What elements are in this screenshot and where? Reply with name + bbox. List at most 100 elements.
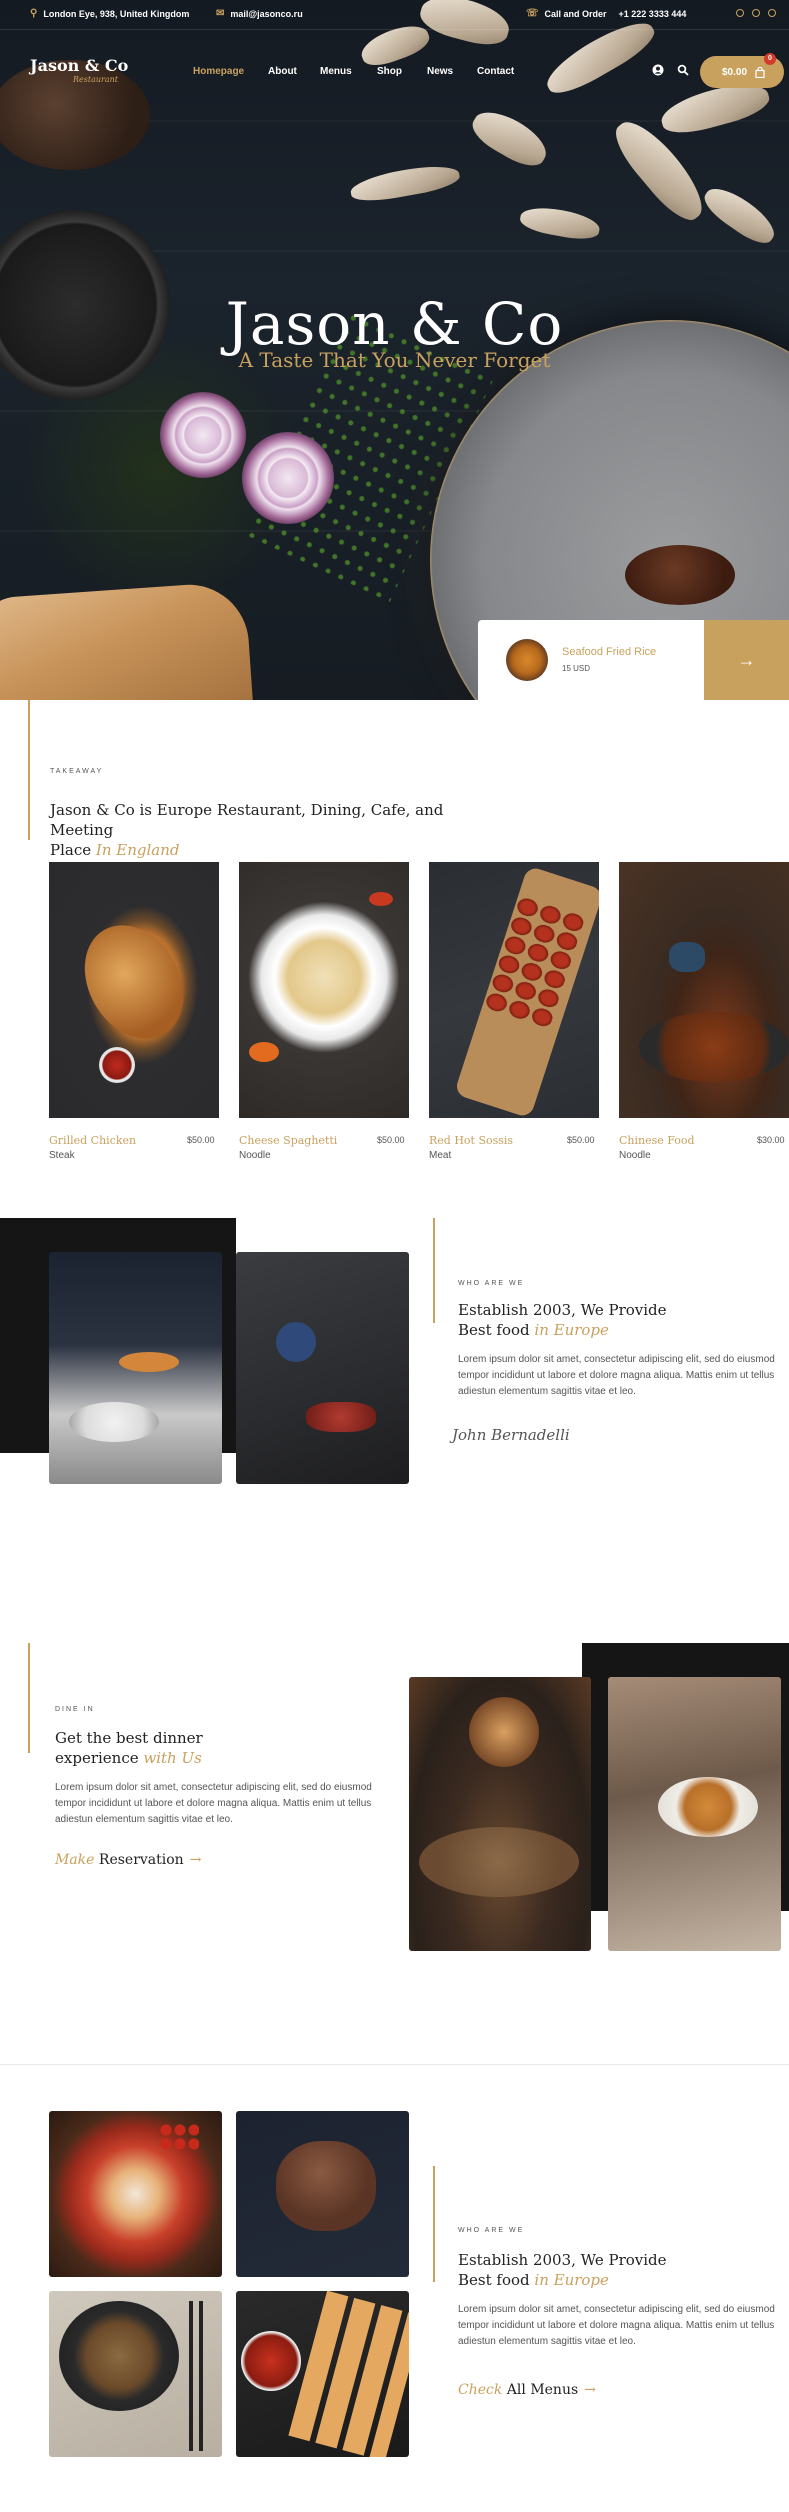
- grilled-chicken-image: [65, 907, 203, 1057]
- pepper-image: [249, 1042, 279, 1062]
- main-nav: Jason & Co Restaurant Homepage About Men…: [0, 53, 789, 94]
- cart-button[interactable]: $0.00 0: [700, 53, 784, 88]
- accent-line: [28, 1643, 30, 1753]
- facebook-icon[interactable]: [736, 9, 744, 17]
- cart-total: $0.00: [722, 66, 748, 78]
- signature: John Bernadelli: [452, 1426, 570, 1444]
- promo-card[interactable]: Seafood Fried Rice 15 USD: [478, 620, 704, 700]
- hero-mushroom-image: [466, 102, 554, 174]
- chopstick-image: [199, 2301, 203, 2451]
- seafood-plate-image: [658, 1777, 758, 1837]
- bowl-image: [69, 1402, 159, 1442]
- accent-line: [28, 700, 30, 840]
- about-heading-line2: Best food: [458, 1321, 530, 1339]
- food-category: Steak: [49, 1150, 75, 1161]
- about-body: Lorem ipsum dolor sit amet, consectetur …: [458, 1354, 775, 1397]
- food-category: Meat: [429, 1150, 452, 1161]
- phone-number[interactable]: +1 222 3333 444: [619, 9, 687, 19]
- glove-image: [276, 1322, 316, 1362]
- food-name[interactable]: Chinese Food: [619, 1134, 695, 1147]
- sauce-bowl-image: [99, 1047, 135, 1083]
- tomatoes-image: [159, 2123, 199, 2151]
- top-bar: ⚲ London Eye, 938, United Kingdom ✉ mail…: [0, 0, 789, 30]
- takeaway-eyebrow: TAKEAWAY: [50, 768, 104, 775]
- nav-item-news[interactable]: News: [427, 66, 453, 77]
- food-card-image[interactable]: [429, 862, 599, 1118]
- reservation-link[interactable]: Make Reservation →: [55, 1852, 201, 1868]
- table-image: [419, 1827, 579, 1897]
- food-card-image[interactable]: [239, 862, 409, 1118]
- address-text: London Eye, 938, United Kingdom: [43, 8, 190, 19]
- about-heading-line1: Establish 2003, We Provide: [458, 1301, 667, 1319]
- menus-heading-line1: Establish 2003, We Provide: [458, 2251, 667, 2269]
- menus-heading-em: in Europe: [534, 2271, 609, 2289]
- promo-dish-image: [506, 639, 548, 681]
- user-icon[interactable]: [652, 64, 664, 76]
- nav-item-menus[interactable]: Menus: [320, 66, 352, 77]
- dine-heading-line1: Get the best dinner: [55, 1729, 203, 1747]
- chinese-food-image: [639, 1012, 789, 1082]
- nav-item-contact[interactable]: Contact: [477, 66, 514, 77]
- dine-heading-line2: experience: [55, 1749, 139, 1767]
- arrow-right-icon: →: [737, 649, 756, 670]
- hero-mushroom-image: [698, 179, 782, 251]
- teapot-image: [669, 942, 705, 972]
- chocolate-cake-image: [236, 2111, 409, 2277]
- hero-mushroom-image: [518, 203, 602, 243]
- reservation-link-label: Reservation: [98, 1852, 184, 1868]
- cart-count-badge: 0: [764, 53, 776, 65]
- hero-onion-image: [242, 432, 334, 524]
- food-name[interactable]: Cheese Spaghetti: [239, 1134, 337, 1147]
- twitter-icon[interactable]: [752, 9, 760, 17]
- food-card-image[interactable]: [49, 862, 219, 1118]
- food-name[interactable]: Grilled Chicken: [49, 1134, 136, 1147]
- call-label: Call and Order: [544, 8, 607, 19]
- nav-item-about[interactable]: About: [268, 66, 297, 77]
- phone-icon: ☏: [526, 8, 539, 19]
- takeaway-heading-line2: Place: [50, 841, 92, 859]
- sausages-image: [482, 894, 586, 1030]
- instagram-icon[interactable]: [768, 9, 776, 17]
- food-price: $30.00: [757, 1135, 785, 1145]
- sauce-bowl-image: [241, 2331, 301, 2391]
- hero-sauce-image: [625, 545, 735, 605]
- promo-dish-name[interactable]: Seafood Fried Rice: [562, 646, 656, 658]
- bag-icon: [755, 66, 765, 78]
- section-divider: [0, 2064, 789, 2065]
- takeaway-heading-line1: Jason & Co is Europe Restaurant, Dining,…: [50, 801, 444, 839]
- dine-body: Lorem ipsum dolor sit amet, consectetur …: [55, 1782, 372, 1825]
- promo-dish-price: 15 USD: [562, 664, 591, 673]
- nav-item-homepage[interactable]: Homepage: [193, 66, 244, 77]
- takeaway-heading: Jason & Co is Europe Restaurant, Dining,…: [50, 800, 510, 860]
- dining-plate-image: [608, 1677, 781, 1951]
- chef-cooking-image: [49, 1252, 222, 1484]
- accent-line: [433, 1218, 435, 1323]
- menus-heading: Establish 2003, We Provide Best food in …: [458, 2250, 778, 2290]
- search-icon[interactable]: [677, 64, 689, 76]
- takeaway-heading-em: In England: [95, 841, 180, 859]
- hero-bread-image: [0, 580, 255, 700]
- logo[interactable]: Jason & Co: [30, 56, 128, 75]
- all-menus-link-em: Check: [458, 2382, 503, 2398]
- about-heading: Establish 2003, We Provide Best food in …: [458, 1300, 778, 1340]
- email-item[interactable]: ✉ mail@jasonco.ru: [216, 8, 303, 19]
- email-text[interactable]: mail@jasonco.ru: [230, 9, 302, 19]
- arrow-right-icon: →: [189, 1852, 202, 1868]
- hero-subtitle: A Taste That You Never Forget: [238, 348, 551, 372]
- location-icon: ⚲: [30, 8, 38, 19]
- sticks-image: [288, 2291, 409, 2457]
- reservation-link-em: Make: [55, 1852, 95, 1868]
- promo-arrow-button[interactable]: →: [704, 620, 789, 700]
- food-price: $50.00: [567, 1135, 595, 1145]
- shakshuka-image: [49, 2111, 222, 2277]
- phone-item[interactable]: ☏ Call and Order +1 222 3333 444: [526, 8, 686, 19]
- food-name[interactable]: Red Hot Sossis: [429, 1134, 513, 1147]
- noodle-bowl-image: [49, 2291, 222, 2457]
- food-card-image[interactable]: [619, 862, 789, 1118]
- food-category: Noodle: [239, 1150, 271, 1161]
- food-price: $50.00: [377, 1135, 405, 1145]
- nav-item-shop[interactable]: Shop: [377, 66, 402, 77]
- all-menus-link[interactable]: Check All Menus →: [458, 2382, 596, 2398]
- chef-steak-image: [236, 1252, 409, 1484]
- accent-line: [433, 2166, 435, 2282]
